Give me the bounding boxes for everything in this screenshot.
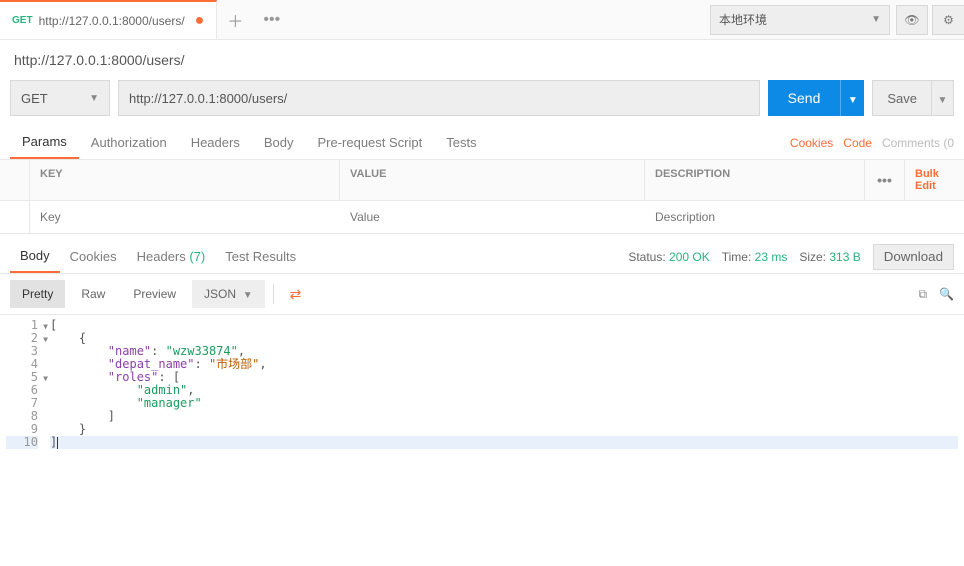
params-row: [0, 201, 964, 234]
request-builder-row: GET ▼ Send ▼ Save ▼: [0, 74, 964, 126]
params-more-button[interactable]: •••: [864, 160, 904, 200]
status-value: 200 OK: [669, 250, 710, 264]
copy-icon[interactable]: ⧉: [918, 287, 927, 302]
response-headers-count: (7): [189, 249, 205, 264]
http-method-value: GET: [21, 91, 48, 106]
tab-title: http://127.0.0.1:8000/users/: [39, 14, 185, 28]
param-key-input[interactable]: [30, 201, 340, 233]
response-tab-tests[interactable]: Test Results: [215, 240, 306, 273]
environment-quick-look-button[interactable]: 👁: [896, 5, 928, 35]
response-tab-cookies[interactable]: Cookies: [60, 240, 127, 273]
tab-tests[interactable]: Tests: [434, 126, 488, 159]
time-value: 23 ms: [755, 250, 788, 264]
response-tab-body[interactable]: Body: [10, 240, 60, 273]
fold-icon[interactable]: ▼: [43, 333, 48, 346]
param-desc-input[interactable]: [645, 201, 964, 233]
request-url-display: http://127.0.0.1:8000/users/: [0, 40, 964, 74]
search-icon[interactable]: 🔍: [939, 287, 954, 302]
params-key-header: KEY: [30, 160, 340, 200]
preview-view-button[interactable]: Preview: [121, 280, 188, 308]
response-view-bar: Pretty Raw Preview JSON ▼ ⇄ ⧉ 🔍: [0, 274, 964, 315]
params-desc-header: DESCRIPTION: [645, 160, 864, 200]
view-bar-right: ⧉ 🔍: [918, 287, 954, 302]
tab-authorization[interactable]: Authorization: [79, 126, 179, 159]
code-link[interactable]: Code: [843, 136, 872, 150]
fold-icon[interactable]: ▼: [43, 320, 48, 333]
status-label: Status:: [628, 250, 665, 264]
raw-view-button[interactable]: Raw: [69, 280, 117, 308]
tab-method-label: GET: [12, 15, 33, 26]
format-value: JSON: [204, 287, 236, 301]
size-value: 313 B: [829, 250, 860, 264]
save-button[interactable]: Save: [872, 80, 932, 116]
line-gutter: 1▼ 2▼ 3 4 5▼ 6 7 8 9 10: [0, 315, 44, 453]
request-tabs-right: Cookies Code Comments (0: [790, 136, 954, 150]
param-value-input[interactable]: [340, 201, 645, 233]
eye-icon: 👁: [904, 13, 919, 27]
request-tab[interactable]: GET http://127.0.0.1:8000/users/ ●: [0, 0, 217, 39]
format-select[interactable]: JSON ▼: [192, 280, 265, 308]
environment-label: 本地环境: [719, 11, 767, 28]
send-options-button[interactable]: ▼: [840, 80, 864, 116]
time-label: Time:: [722, 250, 752, 264]
params-value-header: VALUE: [340, 160, 645, 200]
tab-params[interactable]: Params: [10, 126, 79, 159]
tab-menu-button[interactable]: •••: [253, 0, 290, 39]
download-button[interactable]: Download: [873, 244, 954, 270]
response-status-bar: Status: 200 OK Time: 23 ms Size: 313 B D…: [628, 244, 954, 270]
top-bar: GET http://127.0.0.1:8000/users/ ● ＋ •••…: [0, 0, 964, 40]
size-label: Size:: [799, 250, 826, 264]
response-code-area[interactable]: 1▼ 2▼ 3 4 5▼ 6 7 8 9 10 [ { "name": "wzw…: [0, 315, 964, 453]
caret-down-icon: ▼: [89, 93, 99, 104]
request-section-tabs: Params Authorization Headers Body Pre-re…: [0, 126, 964, 160]
tab-dirty-indicator: ●: [195, 12, 205, 30]
fold-icon[interactable]: ▼: [43, 372, 48, 385]
tab-strip: GET http://127.0.0.1:8000/users/ ● ＋ •••: [0, 0, 710, 39]
tab-headers[interactable]: Headers: [179, 126, 252, 159]
caret-down-icon: ▼: [871, 14, 881, 25]
new-tab-button[interactable]: ＋: [217, 0, 253, 39]
url-input[interactable]: [118, 80, 760, 116]
tab-prerequest[interactable]: Pre-request Script: [305, 126, 434, 159]
caret-down-icon: ▼: [938, 95, 948, 106]
http-method-select[interactable]: GET ▼: [10, 80, 110, 116]
response-body-code: [ { "name": "wzw33874", "depat_name": "市…: [44, 315, 964, 453]
save-button-group: Save ▼: [872, 80, 954, 116]
tab-body[interactable]: Body: [252, 126, 306, 159]
environment-select[interactable]: 本地环境 ▼: [710, 5, 890, 35]
bulk-edit-link[interactable]: Bulk Edit: [915, 168, 954, 192]
response-headers-label: Headers: [137, 249, 186, 264]
send-button-group: Send ▼: [768, 80, 865, 116]
caret-down-icon: ▼: [243, 290, 253, 301]
cookies-link[interactable]: Cookies: [790, 136, 833, 150]
pretty-view-button[interactable]: Pretty: [10, 280, 65, 308]
gear-icon: ⚙: [943, 13, 954, 27]
send-button[interactable]: Send: [768, 80, 841, 116]
settings-button[interactable]: ⚙: [932, 5, 964, 35]
params-table-header: KEY VALUE DESCRIPTION ••• Bulk Edit: [0, 160, 964, 201]
caret-down-icon: ▼: [848, 95, 858, 106]
wrap-lines-button[interactable]: ⇄: [282, 286, 310, 303]
save-options-button[interactable]: ▼: [932, 80, 954, 116]
comments-link[interactable]: Comments (0: [882, 136, 954, 150]
response-tab-headers[interactable]: Headers (7): [127, 240, 216, 273]
response-tabs: Body Cookies Headers (7) Test Results St…: [0, 240, 964, 274]
